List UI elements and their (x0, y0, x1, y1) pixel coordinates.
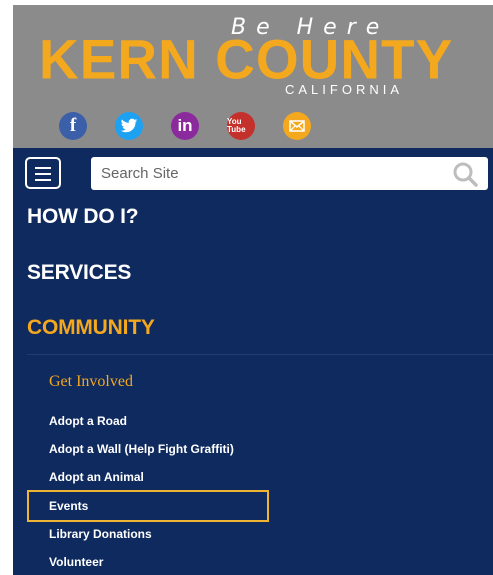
social-links: f in You Tube (59, 112, 311, 142)
youtube-glyph: You Tube (227, 117, 246, 134)
envelope-icon (289, 120, 305, 132)
community-submenu: Get Involved Adopt a Road Adopt a Wall (… (27, 354, 493, 575)
main-navigation: Search Site HOW DO I? SERVICES COMMUNITY… (13, 148, 493, 575)
page: Be Here KERN COUNTY CALIFORNIA f in You … (0, 0, 493, 575)
logo-brand: KERN COUNTY (39, 27, 454, 91)
submenu-link-adopt-road[interactable]: Adopt a Road (49, 414, 127, 428)
twitter-icon[interactable] (115, 112, 143, 140)
search-placeholder: Search Site (101, 165, 179, 182)
search-icon[interactable] (452, 161, 478, 187)
hamburger-menu-button[interactable] (25, 157, 61, 189)
nav-item-how-do-i[interactable]: HOW DO I? (27, 205, 139, 229)
site-header: Be Here KERN COUNTY CALIFORNIA f in You … (13, 5, 493, 148)
submenu-heading[interactable]: Get Involved (49, 373, 133, 391)
linkedin-glyph: in (177, 116, 193, 135)
twitter-bird-icon (120, 118, 138, 133)
hamburger-bar (35, 179, 51, 181)
youtube-icon[interactable]: You Tube (227, 112, 255, 140)
submenu-link-events[interactable]: Events (49, 499, 88, 513)
linkedin-icon[interactable]: in (171, 112, 199, 140)
search-input[interactable]: Search Site (91, 157, 488, 190)
facebook-glyph: f (69, 115, 77, 136)
submenu-link-adopt-wall[interactable]: Adopt a Wall (Help Fight Graffiti) (49, 442, 234, 456)
hamburger-bar (35, 167, 51, 169)
submenu-link-library-donations[interactable]: Library Donations (49, 527, 152, 541)
submenu-link-adopt-animal[interactable]: Adopt an Animal (49, 470, 144, 484)
hamburger-bar (35, 173, 51, 175)
nav-item-community[interactable]: COMMUNITY (27, 316, 155, 340)
logo-state: CALIFORNIA (285, 82, 404, 97)
nav-item-services[interactable]: SERVICES (27, 261, 131, 285)
submenu-link-volunteer[interactable]: Volunteer (49, 555, 103, 569)
email-icon[interactable] (283, 112, 311, 140)
facebook-icon[interactable]: f (59, 112, 87, 140)
kern-county-logo[interactable]: Be Here KERN COUNTY CALIFORNIA (13, 5, 493, 105)
